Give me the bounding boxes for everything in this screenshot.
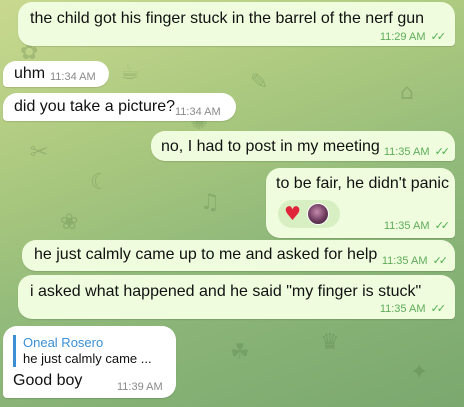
message-text: Good boy xyxy=(13,372,83,389)
outgoing-message[interactable]: no, I had to post in my meeting 11:35 AM… xyxy=(151,131,455,161)
avatar xyxy=(307,203,330,225)
reply-quote[interactable]: Oneal Rosero he just calmly came ... xyxy=(13,335,176,367)
read-receipt-icon: ✓✓ xyxy=(432,255,449,267)
read-receipt-icon: ✓✓ xyxy=(434,146,451,158)
message-meta: 11:35 AM ✓✓ xyxy=(379,303,447,315)
message-time: 11:35 AM xyxy=(383,220,430,232)
message-meta: 11:35 AM ✓✓ xyxy=(383,220,451,232)
read-receipt-icon: ✓✓ xyxy=(430,31,447,43)
message-text: i asked what happened and he said "my fi… xyxy=(30,283,422,300)
message-meta: 11:35 AM ✓✓ xyxy=(381,255,449,267)
read-receipt-icon: ✓✓ xyxy=(434,220,451,232)
message-time: 11:34 AM xyxy=(175,106,221,118)
message-time: 11:34 AM xyxy=(50,71,96,83)
message-meta: 11:29 AM ✓✓ xyxy=(379,31,447,43)
message-time: 11:35 AM xyxy=(379,303,426,315)
incoming-message[interactable]: uhm 11:34 AM xyxy=(3,61,109,87)
message-text: uhm xyxy=(14,65,46,82)
message-text: he just calmly came up to me and asked f… xyxy=(34,246,378,263)
incoming-message[interactable]: did you take a picture? 11:34 AM xyxy=(3,93,236,121)
message-text: to be fair, he didn't panic xyxy=(276,175,449,192)
incoming-message[interactable]: Oneal Rosero he just calmly came ... Goo… xyxy=(3,326,176,398)
message-time: 11:39 AM xyxy=(117,381,163,393)
message-meta: 11:35 AM ✓✓ xyxy=(383,146,451,158)
reply-author: Oneal Rosero xyxy=(23,335,104,350)
reply-snippet: he just calmly came ... xyxy=(23,351,152,366)
outgoing-message[interactable]: he just calmly came up to me and asked f… xyxy=(22,240,455,271)
message-text: no, I had to post in my meeting xyxy=(161,138,380,155)
message-text: the child got his finger stuck in the ba… xyxy=(30,10,425,27)
heart-icon: ♥ xyxy=(284,202,302,225)
message-text: did you take a picture? xyxy=(14,98,175,115)
outgoing-message[interactable]: i asked what happened and he said "my fi… xyxy=(18,275,455,319)
message-time: 11:35 AM xyxy=(383,146,430,158)
message-time: 11:29 AM xyxy=(379,31,426,43)
outgoing-message[interactable]: to be fair, he didn't panic ♥ 11:35 AM ✓… xyxy=(266,168,455,238)
outgoing-message[interactable]: the child got his finger stuck in the ba… xyxy=(18,2,455,46)
reaction-chip[interactable]: ♥ xyxy=(278,200,340,228)
message-time: 11:35 AM xyxy=(381,255,428,267)
read-receipt-icon: ✓✓ xyxy=(430,303,447,315)
chat-history[interactable]: the child got his finger stuck in the ba… xyxy=(0,0,464,407)
